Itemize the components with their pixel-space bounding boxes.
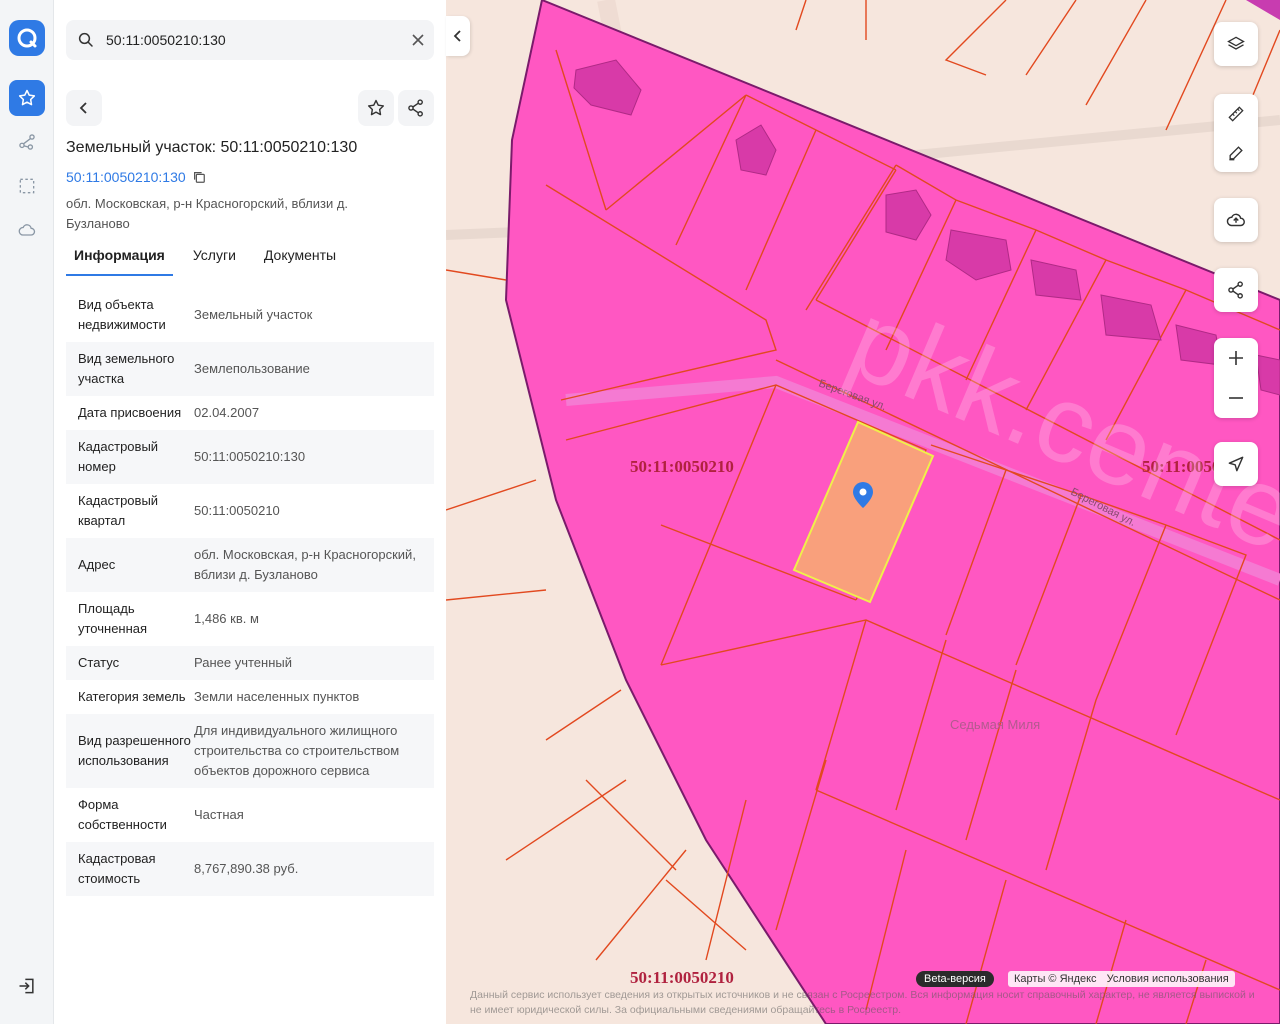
favorites-button[interactable] xyxy=(9,80,45,116)
cloud-button[interactable] xyxy=(9,212,45,248)
upload-button[interactable] xyxy=(1214,198,1258,242)
row-key: Кадастровый номер xyxy=(78,439,159,474)
table-row: Вид земельного участка Землепользование xyxy=(66,342,434,396)
clear-search-icon[interactable] xyxy=(402,34,434,46)
row-value: 8,767,890.38 руб. xyxy=(194,861,299,876)
cadastral-number-link[interactable]: 50:11:0050210:130 xyxy=(66,169,206,185)
tools-group xyxy=(1214,94,1258,172)
table-row: Категория земель Земли населенных пунктов xyxy=(66,680,434,714)
table-row: Статус Ранее учтенный xyxy=(66,646,434,680)
row-value: 1,486 кв. м xyxy=(194,611,259,626)
route-icon xyxy=(19,134,35,150)
cloud-upload-icon xyxy=(1226,213,1245,227)
share-icon xyxy=(408,99,423,117)
row-key: Дата присвоения xyxy=(78,405,182,420)
quarter-label: 50:11:0050210 xyxy=(630,457,734,476)
collapse-panel-button[interactable] xyxy=(446,16,470,56)
edit-icon[interactable] xyxy=(1226,143,1246,163)
selection-icon xyxy=(19,178,35,194)
chevron-left-icon xyxy=(79,102,87,114)
layers-icon xyxy=(1227,36,1245,50)
row-value: Земельный участок xyxy=(194,307,313,322)
search-input[interactable] xyxy=(106,32,402,48)
logout-icon xyxy=(19,978,34,994)
star-icon xyxy=(367,99,385,116)
logout-button[interactable] xyxy=(9,968,45,1004)
ruler-icon[interactable] xyxy=(1226,104,1246,124)
area-label: Седьмая Миля xyxy=(950,717,1040,732)
map-share-button[interactable] xyxy=(1214,268,1258,312)
navigation-arrow-icon xyxy=(1228,456,1244,472)
search-icon xyxy=(66,31,106,49)
quarter-label: 50:11:0050210 xyxy=(630,968,734,987)
attribution-text[interactable]: Карты © Яндекс xyxy=(1014,971,1097,987)
row-key: Статус xyxy=(78,655,120,670)
row-value: Для индивидуального жилищного строительс… xyxy=(194,723,400,778)
row-value: 50:11:0050210:130 xyxy=(194,449,306,464)
row-value: обл. Московская, р-н Красногорский, вбли… xyxy=(194,547,416,582)
tab-documents[interactable]: Документы xyxy=(256,244,344,276)
table-row: Кадастровый квартал 50:11:0050210 xyxy=(66,484,434,538)
address-text: обл. Московская, р-н Красногорский, вбли… xyxy=(66,196,349,231)
row-value: Земли населенных пунктов xyxy=(194,689,360,704)
zoom-in-icon[interactable] xyxy=(1227,349,1245,367)
table-row: Вид объекта недвижимости Земельный участо… xyxy=(66,288,434,342)
star-icon xyxy=(18,89,36,106)
beta-badge: Beta-версия xyxy=(916,971,994,987)
map-canvas[interactable]: 50:11:0050210 50:11:0050210 50:11:005021… xyxy=(446,0,1280,1024)
table-row: Адрес обл. Московская, р-н Красногорский,… xyxy=(66,538,434,592)
row-value: 02.04.2007 xyxy=(194,405,260,420)
map-attribution: Карты © Яндекс Условия использования xyxy=(1008,971,1235,987)
table-row: Кадастровый номер 50:11:0050210:130 xyxy=(66,430,434,484)
back-button[interactable] xyxy=(66,90,102,126)
row-key: Площадь уточненная xyxy=(78,601,148,636)
row-value: Землепользование xyxy=(194,361,310,376)
row-key: Категория земель xyxy=(78,689,186,704)
table-row: Кадастровая стоимость 8,767,890.38 руб. xyxy=(66,842,434,896)
info-table: Вид объекта недвижимости Земельный участо… xyxy=(66,288,434,896)
table-row: Площадь уточненная 1,486 кв. м xyxy=(66,592,434,646)
search-bar xyxy=(66,20,434,60)
app-logo[interactable] xyxy=(9,20,45,56)
row-key: Форма собственности xyxy=(78,797,167,832)
zoom-out-icon[interactable] xyxy=(1227,389,1245,407)
row-key: Вид объекта недвижимости xyxy=(78,297,166,332)
logo-icon xyxy=(17,28,37,48)
geolocate-button[interactable] xyxy=(1214,442,1258,486)
page-title: Земельный участок: 50:11:0050210:130 xyxy=(66,139,358,156)
copy-icon[interactable] xyxy=(192,170,206,184)
row-key: Адрес xyxy=(78,557,116,572)
share-icon xyxy=(1228,281,1243,299)
cloud-icon xyxy=(18,224,36,236)
table-row: Вид разрешенного использования Для индиви… xyxy=(66,714,434,788)
left-rail xyxy=(0,0,54,1024)
row-key: Вид земельного участка xyxy=(78,351,175,386)
info-panel: Земельный участок: 50:11:0050210:130 50:… xyxy=(54,0,446,1024)
select-area-button[interactable] xyxy=(9,168,45,204)
disclaimer-text: Данный сервис использует сведения из отк… xyxy=(470,989,1255,1016)
row-value: Ранее учтенный xyxy=(194,655,292,670)
routes-button[interactable] xyxy=(9,124,45,160)
row-key: Вид разрешенного использования xyxy=(78,733,191,768)
map-view[interactable]: 50:11:0050210 50:11:0050210 50:11:005021… xyxy=(446,0,1280,1024)
table-row: Форма собственности Частная xyxy=(66,788,434,842)
table-row: Дата присвоения 02.04.2007 xyxy=(66,396,434,430)
row-key: Кадастровый квартал xyxy=(78,493,159,528)
layers-button[interactable] xyxy=(1214,22,1258,66)
cadastral-number-text[interactable]: 50:11:0050210:130 xyxy=(66,169,186,185)
row-value: Частная xyxy=(194,807,244,822)
tab-services[interactable]: Услуги xyxy=(185,244,244,276)
zoom-controls xyxy=(1214,338,1258,418)
tab-information[interactable]: Информация xyxy=(66,244,173,276)
share-button[interactable] xyxy=(398,90,434,126)
terms-link[interactable]: Условия использования xyxy=(1107,971,1229,987)
add-favorite-button[interactable] xyxy=(358,90,394,126)
chevron-left-icon xyxy=(453,30,461,42)
row-key: Кадастровая стоимость xyxy=(78,851,156,886)
tab-bar: Информация Услуги Документы xyxy=(66,244,434,276)
row-value: 50:11:0050210 xyxy=(194,503,280,518)
